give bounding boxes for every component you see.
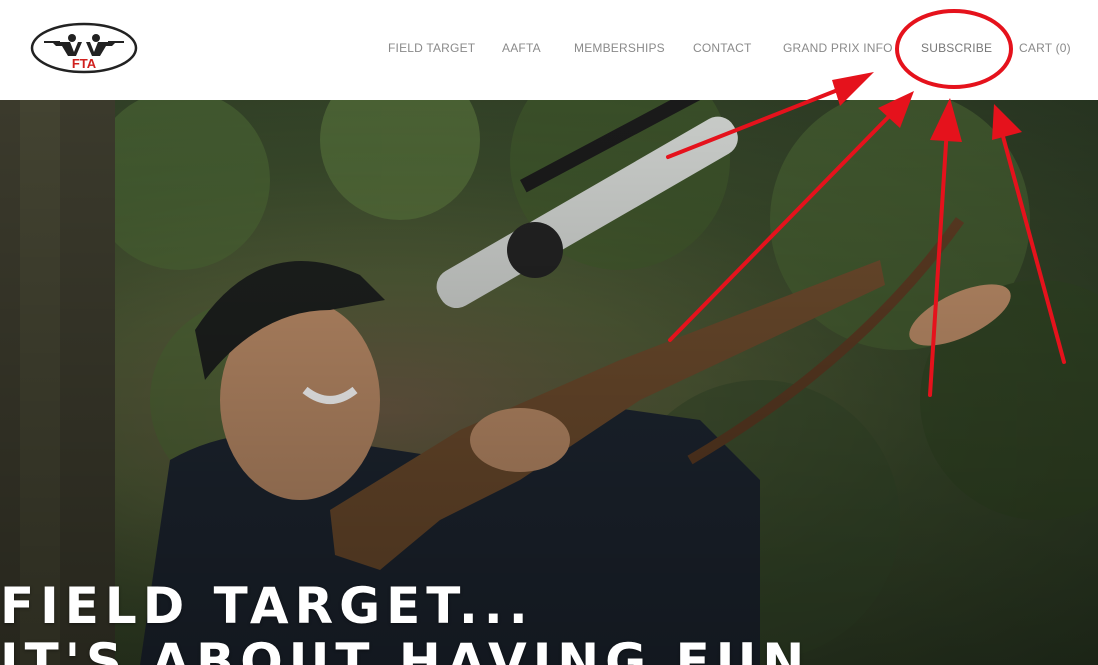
nav-field-target[interactable]: FIELD TARGET [388,41,475,55]
site-header: FTA FIELD TARGET AAFTA MEMBERSHIPS CONTA… [0,0,1098,100]
nav-subscribe[interactable]: SUBSCRIBE [921,41,992,55]
nav-aafta[interactable]: AAFTA [502,41,541,55]
hero-banner: FIELD TARGET... IT'S ABOUT HAVING FUN [0,100,1098,665]
nav-contact[interactable]: CONTACT [693,41,752,55]
nav-cart[interactable]: CART (0) [1019,41,1071,55]
nav-grand-prix-info[interactable]: GRAND PRIX INFO [783,41,893,55]
nav-memberships[interactable]: MEMBERSHIPS [574,41,665,55]
main-nav: FIELD TARGET AAFTA MEMBERSHIPS CONTACT G… [0,0,1098,100]
hero-title-line-2: IT'S ABOUT HAVING FUN [0,633,811,665]
hero-title: FIELD TARGET... IT'S ABOUT HAVING FUN [0,578,810,665]
hero-title-line-1: FIELD TARGET... [0,577,534,635]
